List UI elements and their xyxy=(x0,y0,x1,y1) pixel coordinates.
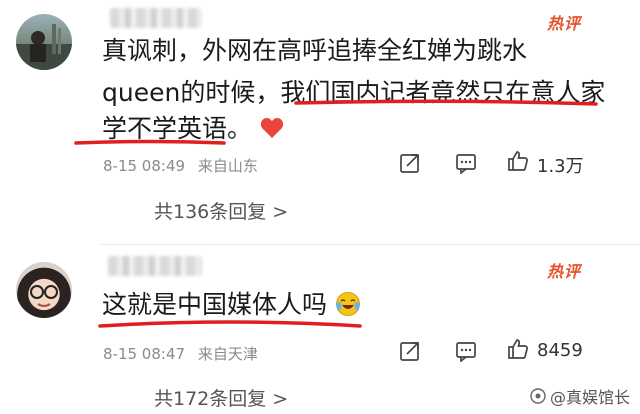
like-icon[interactable] xyxy=(507,338,529,360)
comment-divider xyxy=(100,244,640,245)
username-blurred[interactable] xyxy=(108,256,202,276)
comment-icon[interactable] xyxy=(455,340,477,362)
watermark-text: @真娱馆长 xyxy=(549,388,630,407)
comment-meta: 8-15 08:49 来自山东 xyxy=(103,155,266,176)
share-icon[interactable] xyxy=(399,152,421,174)
avatar[interactable] xyxy=(16,262,72,318)
like-icon[interactable] xyxy=(507,150,529,172)
comment-icon[interactable] xyxy=(455,152,477,174)
watermark: @真娱馆长 xyxy=(530,384,630,408)
share-icon[interactable] xyxy=(399,340,421,362)
comment-text-line: 这就是中国媒体人吗 xyxy=(102,284,361,326)
view-replies-link[interactable]: 共136条回复 > xyxy=(154,197,288,224)
avatar-image xyxy=(30,285,58,307)
like-count: 8459 xyxy=(537,340,583,361)
comment-location: 来自山东 xyxy=(197,157,258,175)
comment-date: 8-15 08:47 xyxy=(103,345,186,363)
watermark-logo-icon xyxy=(530,388,546,404)
comment-location: 来自天津 xyxy=(197,345,258,363)
view-replies-link[interactable]: 共172条回复 > xyxy=(154,384,288,411)
comment-text-fragment: 这就是中国媒体人吗 xyxy=(102,290,328,319)
comment-date: 8-15 08:49 xyxy=(103,157,186,175)
laughing-crying-emoji xyxy=(335,292,360,316)
comment-meta: 8-15 08:47 来自天津 xyxy=(103,343,266,364)
hot-comment-badge: 热评 xyxy=(547,262,582,281)
like-count: 1.3万 xyxy=(537,156,584,177)
